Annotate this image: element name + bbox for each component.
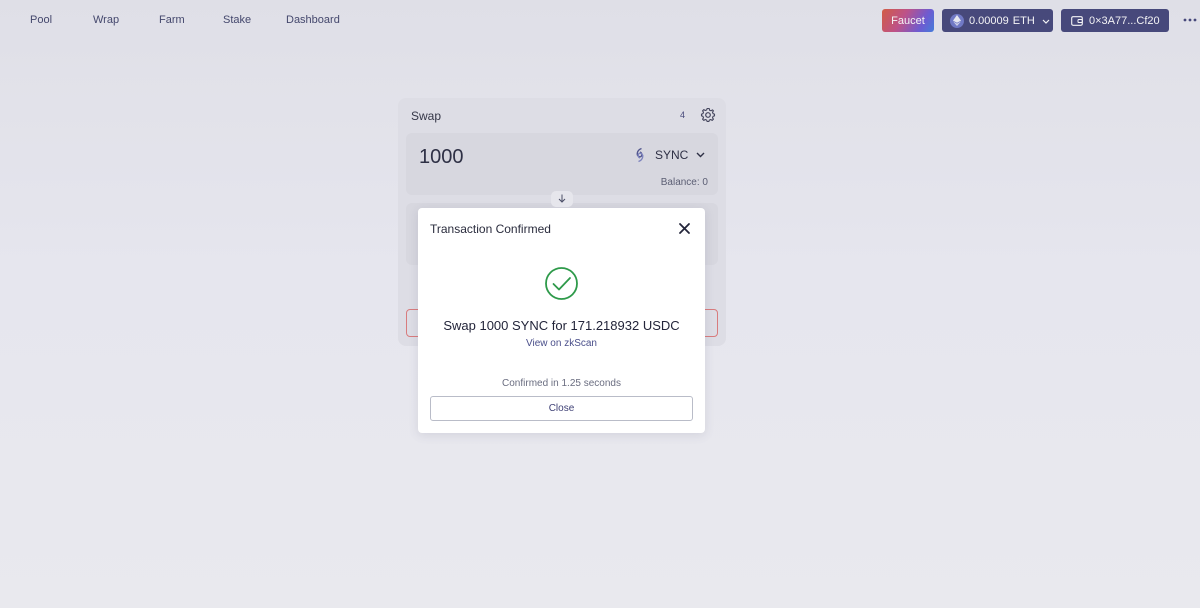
swap-summary-text: Swap 1000 SYNC for 171.218932 USDC	[443, 318, 680, 333]
confirmation-time: Confirmed in 1.25 seconds	[502, 378, 621, 389]
arrow-down-icon	[558, 190, 566, 208]
modal-title: Transaction Confirmed	[430, 222, 551, 236]
switch-direction-button[interactable]	[551, 191, 573, 207]
view-on-zkscan-link[interactable]: View on zkScan	[418, 338, 705, 349]
success-check-icon	[544, 266, 579, 301]
close-icon[interactable]	[678, 222, 691, 235]
transaction-confirmed-modal: Transaction Confirmed Swap 1000 SYNC for…	[418, 208, 705, 433]
close-button[interactable]: Close	[430, 396, 693, 421]
